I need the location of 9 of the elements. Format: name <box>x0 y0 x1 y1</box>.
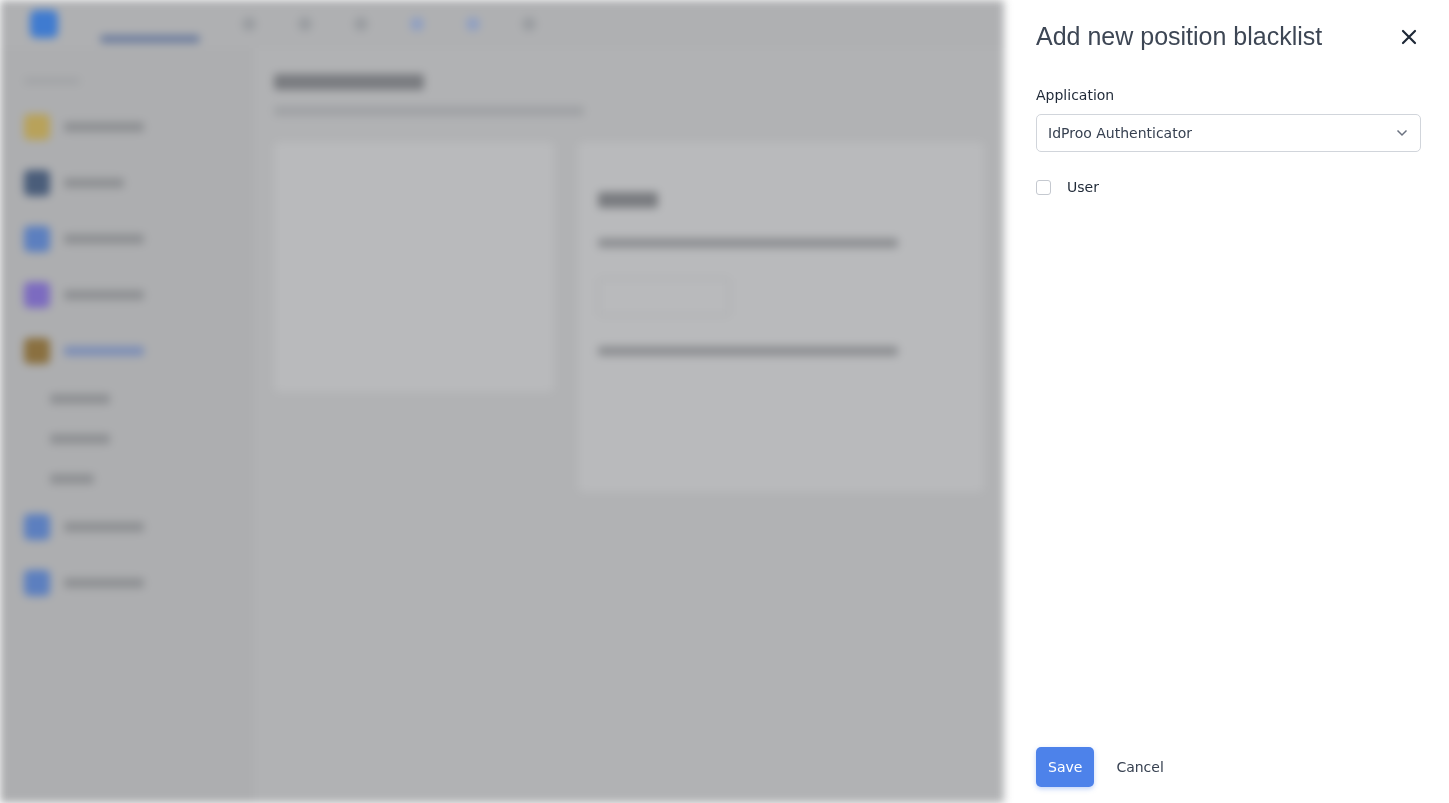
close-icon <box>1401 28 1417 45</box>
chevron-down-icon <box>1396 129 1408 137</box>
select-field[interactable]: IdProo Authenticator <box>1036 114 1421 152</box>
drawer-title: Add new position blacklist <box>1036 22 1323 51</box>
checkbox[interactable] <box>1036 179 1051 195</box>
cancel-button[interactable]: Cancel <box>1104 747 1176 787</box>
save-button[interactable]: Save <box>1036 747 1095 787</box>
field-label: Application <box>1036 87 1115 103</box>
checkbox-label: User <box>1067 179 1099 195</box>
